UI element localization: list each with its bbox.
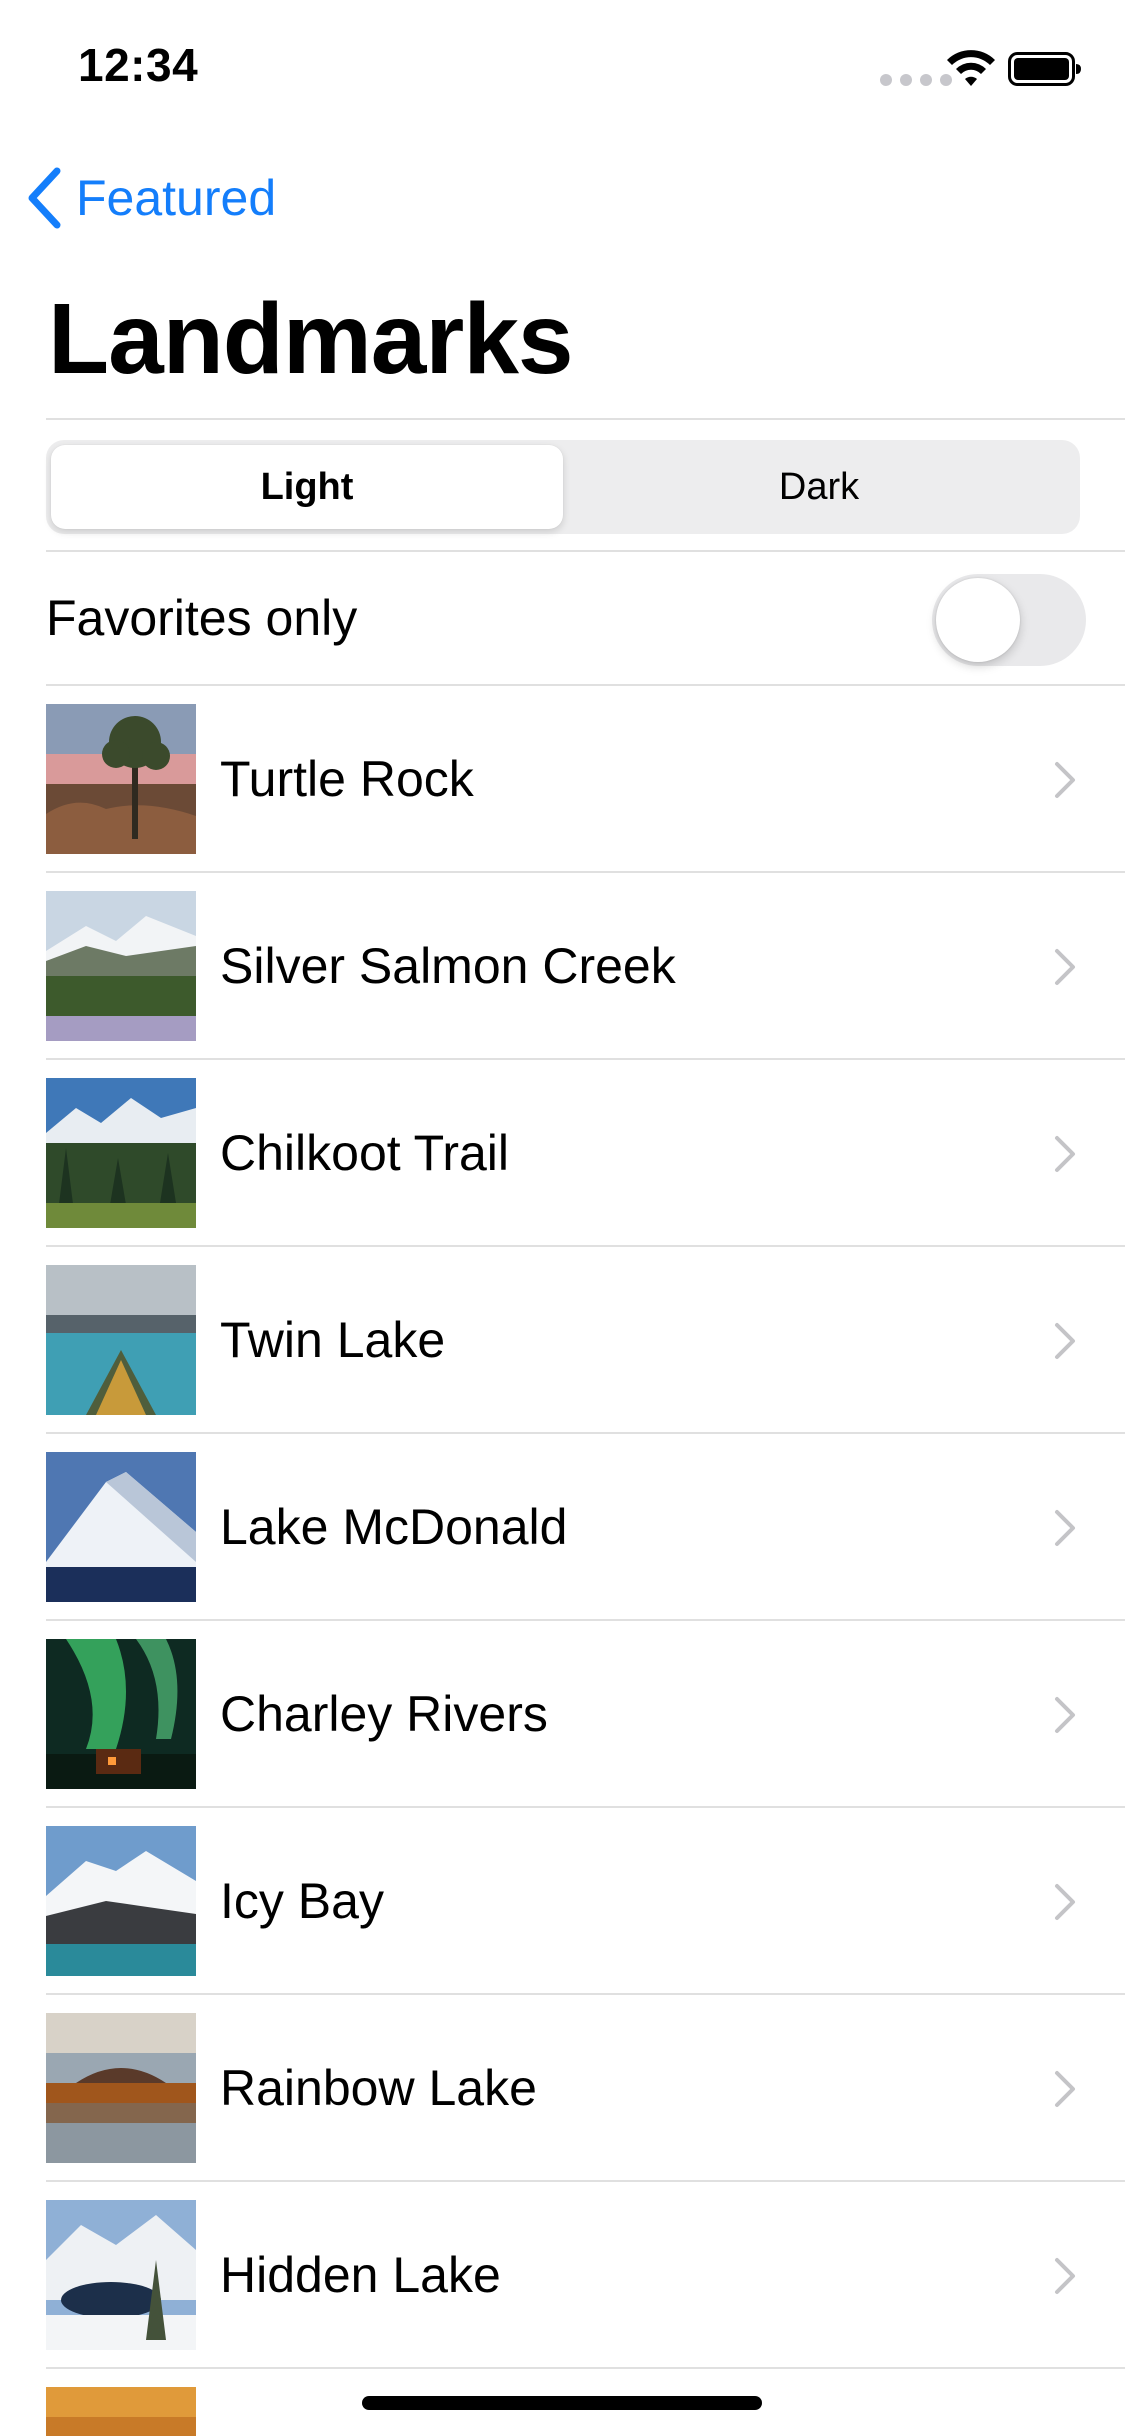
battery-icon	[1008, 52, 1081, 86]
landmark-thumbnail	[46, 1826, 196, 1976]
landmark-thumbnail	[46, 891, 196, 1041]
chevron-right-icon	[1055, 1136, 1075, 1172]
landmark-name: Hidden Lake	[220, 2247, 501, 2303]
landmark-row[interactable]: Silver Salmon Creek	[0, 873, 1125, 1060]
landmark-thumbnail	[46, 1639, 196, 1789]
cellular-signal-icon	[880, 74, 952, 86]
favorites-only-toggle[interactable]	[932, 574, 1086, 666]
favorites-only-row: Favorites only	[46, 552, 1125, 684]
status-bar: 12:34	[0, 0, 1125, 132]
landmark-row[interactable]: Rainbow Lake	[0, 1995, 1125, 2182]
home-indicator	[362, 2396, 762, 2410]
landmark-thumbnail	[46, 1265, 196, 1415]
landmark-name: Turtle Rock	[220, 751, 474, 807]
landmark-row[interactable]: Lake McDonald	[0, 1434, 1125, 1621]
landmark-name: Rainbow Lake	[220, 2060, 537, 2116]
landmark-name: Lake McDonald	[220, 1499, 568, 1555]
wifi-icon	[947, 50, 995, 86]
landmark-row[interactable]: Chilkoot Trail	[0, 1060, 1125, 1247]
landmark-thumbnail	[46, 704, 196, 854]
chevron-right-icon	[1055, 762, 1075, 798]
landmark-list: Turtle Rock Silver Salmon Creek Chilkoot…	[0, 686, 1125, 2436]
landmark-thumbnail	[46, 2013, 196, 2163]
landmarks-screen: 12:34 Featured Landmarks Light Dark Favo…	[0, 0, 1125, 2436]
landmark-row[interactable]: Icy Bay	[0, 1808, 1125, 1995]
favorites-only-label: Favorites only	[46, 590, 358, 646]
toggle-knob	[936, 578, 1020, 662]
landmark-thumbnail	[46, 2200, 196, 2350]
chevron-right-icon	[1055, 1697, 1075, 1733]
divider	[46, 418, 1125, 420]
back-button[interactable]: Featured	[24, 162, 276, 234]
landmark-name: Silver Salmon Creek	[220, 938, 676, 994]
back-button-label: Featured	[76, 170, 277, 226]
landmark-row[interactable]: Charley Rivers	[0, 1621, 1125, 1808]
landmark-thumbnail	[46, 2387, 196, 2436]
landmark-row[interactable]: Twin Lake	[0, 1247, 1125, 1434]
chevron-right-icon	[1055, 1323, 1075, 1359]
chevron-right-icon	[1055, 2258, 1075, 2294]
chevron-right-icon	[1055, 1884, 1075, 1920]
landmark-name: Chilkoot Trail	[220, 1125, 509, 1181]
landmark-name: Twin Lake	[220, 1312, 446, 1368]
status-time: 12:34	[78, 39, 199, 91]
appearance-segmented-control: Light Dark	[46, 440, 1080, 534]
chevron-right-icon	[1055, 1510, 1075, 1546]
segment-light[interactable]: Light	[51, 445, 563, 529]
landmark-thumbnail	[46, 1452, 196, 1602]
page-title: Landmarks	[48, 283, 574, 395]
chevron-right-icon	[1055, 2071, 1075, 2107]
segment-dark[interactable]: Dark	[563, 445, 1075, 529]
landmark-thumbnail	[46, 1078, 196, 1228]
landmark-row[interactable]: Turtle Rock	[0, 686, 1125, 873]
landmark-name: Icy Bay	[220, 1873, 384, 1929]
landmark-name: Charley Rivers	[220, 1686, 548, 1742]
chevron-right-icon	[1055, 949, 1075, 985]
landmark-row[interactable]: Hidden Lake	[0, 2182, 1125, 2369]
chevron-left-icon	[28, 167, 61, 229]
